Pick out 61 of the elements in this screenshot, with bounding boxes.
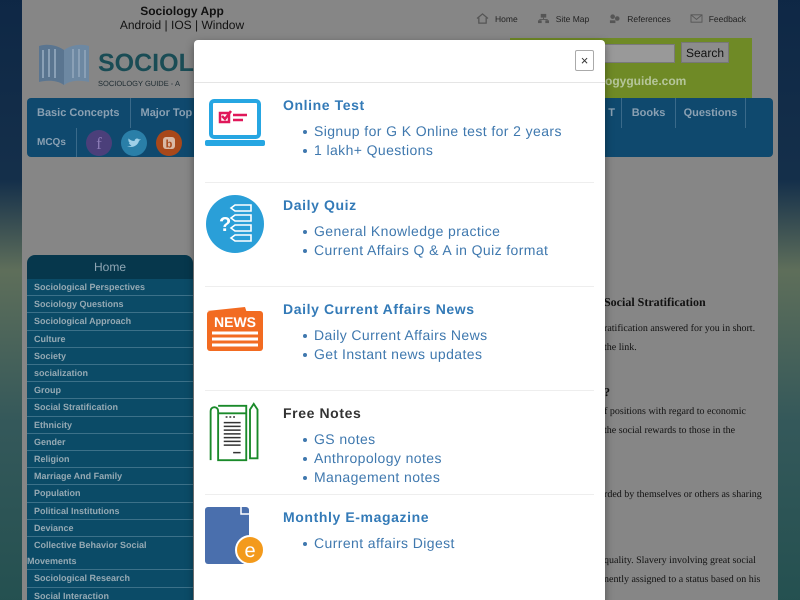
list-link[interactable]: 1 lakh+ Questions bbox=[283, 140, 434, 160]
search-button[interactable]: Search bbox=[681, 42, 730, 63]
site-address: ogyguide.com bbox=[605, 74, 686, 88]
sidebar-item[interactable]: Collective Behavior Social Movements bbox=[27, 537, 193, 570]
sidebar-item[interactable]: Sociological Research bbox=[27, 570, 193, 588]
article-text: rded by themselves or others as sharing bbox=[604, 488, 762, 502]
nav-tab[interactable]: Questions bbox=[676, 98, 746, 128]
list-link[interactable]: GS notes bbox=[283, 430, 376, 449]
article-text: ratification answered for you in short. bbox=[604, 322, 756, 336]
house-icon bbox=[476, 13, 489, 24]
article-text: quality. Slavery involving great social bbox=[604, 554, 756, 568]
header-link[interactable]: Site Map bbox=[536, 13, 590, 24]
header-link[interactable]: References bbox=[608, 13, 671, 24]
sitemap-icon bbox=[536, 13, 550, 24]
sidebar-header[interactable]: Home bbox=[27, 255, 193, 279]
sidebar-item[interactable]: Political Institutions bbox=[27, 502, 193, 520]
sidebar-item[interactable]: Population bbox=[27, 485, 193, 503]
sidebar-item[interactable]: Society bbox=[27, 348, 193, 366]
sidebar-item[interactable]: Group bbox=[27, 382, 193, 400]
sidebar-item[interactable]: Sociological Approach bbox=[27, 313, 193, 331]
platform-links[interactable]: Android | IOS | Window bbox=[120, 18, 244, 32]
nav-tab[interactable]: Basic Concepts bbox=[27, 98, 131, 128]
header-link[interactable]: Home bbox=[476, 13, 518, 24]
section-title[interactable]: Free Notes bbox=[283, 403, 362, 423]
sidebar-item[interactable]: Ethnicity bbox=[27, 416, 193, 434]
list-link[interactable]: Management notes bbox=[283, 468, 440, 486]
sidebar-item[interactable]: Gender bbox=[27, 434, 193, 452]
list-link[interactable]: Current affairs Digest bbox=[283, 534, 455, 553]
site-logo-text: SOCIOL bbox=[98, 48, 194, 78]
list-link[interactable]: Daily Current Affairs News bbox=[283, 326, 488, 345]
envelope-icon bbox=[690, 13, 703, 24]
list-link[interactable]: General Knowledge practice bbox=[283, 222, 500, 241]
section-title[interactable]: Online Test bbox=[283, 95, 365, 115]
sidebar-item[interactable]: Sociological Perspectives bbox=[27, 279, 193, 296]
sidebar-item[interactable]: Religion bbox=[27, 451, 193, 468]
sidebar-item[interactable]: Deviance bbox=[27, 520, 193, 538]
sidebar-item[interactable]: Culture bbox=[27, 330, 193, 348]
article-text: nently assigned to a status based on his bbox=[604, 573, 760, 587]
list-link[interactable]: Get Instant news updates bbox=[283, 344, 482, 364]
bird-icon[interactable] bbox=[120, 130, 147, 156]
b-letter-icon[interactable]: b bbox=[156, 130, 182, 156]
section-title[interactable]: Daily Current Affairs News bbox=[283, 299, 475, 319]
app-title: Sociology App bbox=[140, 4, 224, 18]
nav-tab[interactable]: Books bbox=[622, 98, 676, 128]
nav-tab[interactable]: MCQs bbox=[27, 128, 77, 157]
sidebar-item[interactable]: Social Stratification bbox=[27, 399, 193, 417]
header-link[interactable]: Feedback bbox=[690, 13, 746, 24]
sidebar-item[interactable]: socialization bbox=[27, 365, 193, 382]
sidebar-item[interactable]: Sociology Questions bbox=[27, 296, 193, 314]
list-link[interactable]: Current Affairs Q & A in Quiz format bbox=[283, 240, 548, 260]
sidebar-item[interactable]: Marriage And Family bbox=[27, 468, 193, 486]
quiz-icon: ? bbox=[205, 194, 265, 254]
sidebar-item[interactable]: Social Interaction bbox=[27, 588, 193, 600]
people-icon bbox=[608, 13, 622, 24]
f-letter-icon[interactable]: f bbox=[86, 130, 112, 156]
section-title[interactable]: Monthly E-magazine bbox=[283, 507, 430, 527]
close-button[interactable]: × bbox=[575, 50, 594, 71]
list-link[interactable]: Signup for G K Online test for 2 years bbox=[283, 122, 562, 141]
section-title[interactable]: Daily Quiz bbox=[283, 195, 357, 215]
article-heading: Social Stratification bbox=[604, 294, 706, 311]
list-link[interactable]: Anthropology notes bbox=[283, 448, 442, 468]
